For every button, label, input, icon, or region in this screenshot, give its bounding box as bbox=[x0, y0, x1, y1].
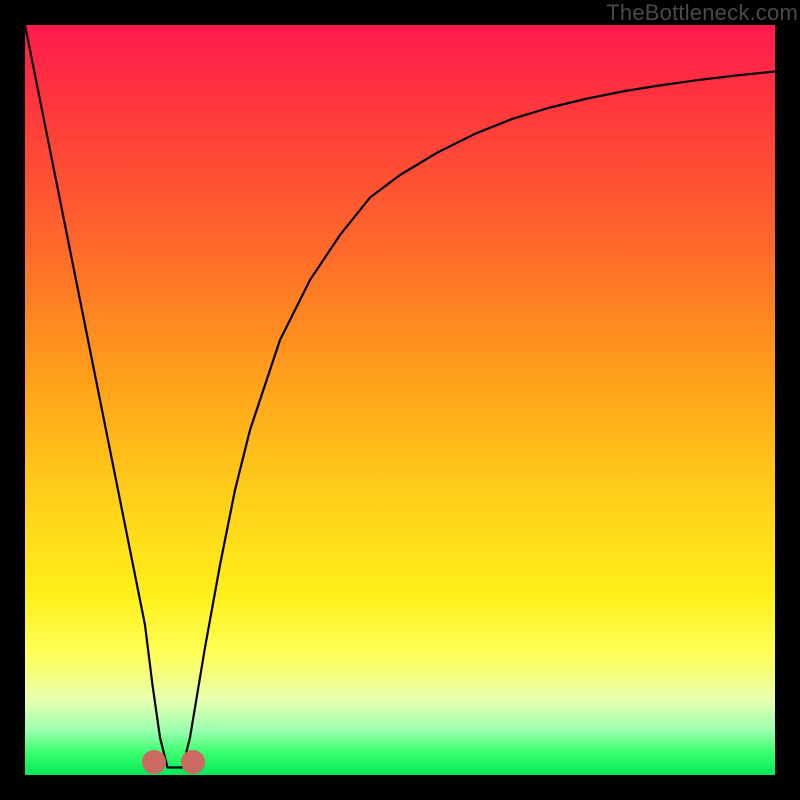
chart-frame bbox=[25, 25, 775, 775]
watermark-label: TheBottleneck.com bbox=[606, 0, 798, 26]
curve-marker bbox=[142, 750, 166, 774]
curve-marker bbox=[181, 750, 205, 774]
bottleneck-curve bbox=[25, 25, 775, 775]
